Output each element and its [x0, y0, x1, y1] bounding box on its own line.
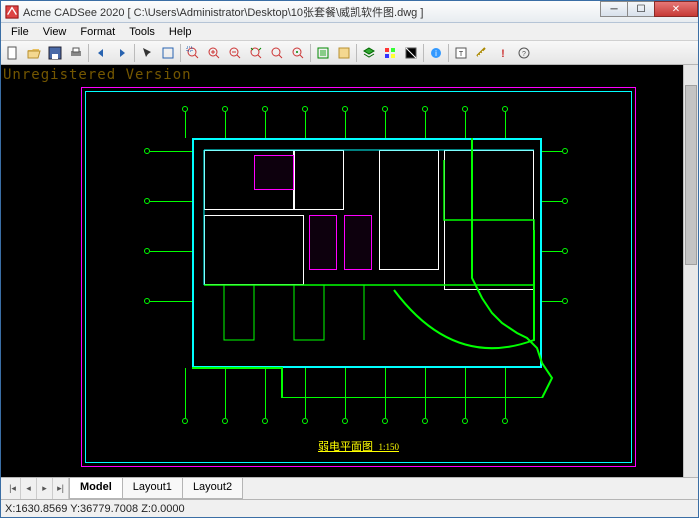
zoom-window-icon[interactable] — [183, 43, 203, 63]
menubar: File View Format Tools Help — [1, 23, 698, 41]
grid-line — [345, 112, 346, 138]
zoom-in-icon[interactable] — [204, 43, 224, 63]
zoom-center-icon[interactable] — [288, 43, 308, 63]
grid-bubble — [562, 198, 568, 204]
grid-line — [150, 251, 192, 252]
grid-line — [150, 201, 192, 202]
window-title: Acme CADSee 2020 [ C:\Users\Administrato… — [23, 4, 601, 20]
grid-line — [150, 301, 192, 302]
boundary-polyline — [192, 138, 562, 398]
grid-line — [465, 112, 466, 138]
layout-tabs: |◂ ◂ ▸ ▸| Model Layout1 Layout2 — [1, 477, 698, 499]
arrow-right-icon[interactable] — [112, 43, 132, 63]
layers-icon[interactable] — [359, 43, 379, 63]
close-button[interactable]: ✕ — [654, 1, 698, 17]
measure-icon[interactable] — [472, 43, 492, 63]
grid-bubble — [502, 418, 508, 424]
pan-icon[interactable] — [158, 43, 178, 63]
toolbar-separator — [88, 44, 89, 62]
zoom-out-icon[interactable] — [225, 43, 245, 63]
toolbar: i T ! ? — [1, 41, 698, 65]
regen-icon[interactable] — [334, 43, 354, 63]
grid-bubble — [182, 418, 188, 424]
maximize-button[interactable]: ☐ — [627, 1, 655, 17]
toolbar-separator — [423, 44, 424, 62]
new-icon[interactable] — [3, 43, 23, 63]
tab-layout2[interactable]: Layout2 — [182, 478, 243, 499]
minimize-button[interactable]: ─ — [600, 1, 628, 17]
open-icon[interactable] — [24, 43, 44, 63]
grid-line — [265, 112, 266, 138]
drawing-scale: 1:150 — [378, 442, 399, 452]
grid-line — [185, 112, 186, 138]
tab-layout1[interactable]: Layout1 — [122, 478, 183, 499]
drawing-frame: 弱电平面图 1:150 — [81, 87, 636, 467]
window-controls: ─ ☐ ✕ — [601, 1, 698, 22]
grid-bubble — [562, 298, 568, 304]
toolbar-separator — [448, 44, 449, 62]
menu-format[interactable]: Format — [74, 25, 121, 39]
grid-bubble — [382, 418, 388, 424]
grid-bubble — [342, 418, 348, 424]
grid-bubble — [262, 418, 268, 424]
grid-line — [225, 112, 226, 138]
app-icon — [5, 5, 19, 19]
tab-nav-next-icon[interactable]: ▸ — [37, 478, 53, 499]
save-icon[interactable] — [45, 43, 65, 63]
menu-tools[interactable]: Tools — [123, 25, 161, 39]
tab-nav-prev-icon[interactable]: ◂ — [21, 478, 37, 499]
tab-model[interactable]: Model — [69, 478, 123, 499]
svg-text:i: i — [435, 49, 437, 58]
menu-file[interactable]: File — [5, 25, 35, 39]
watermark-text: Unregistered Version — [3, 67, 192, 83]
drawing-title-text: 弱电平面图 — [318, 441, 373, 453]
menu-help[interactable]: Help — [163, 25, 198, 39]
svg-text:T: T — [459, 51, 464, 58]
scrollbar-thumb[interactable] — [685, 85, 697, 265]
status-coordinates: X:1630.8569 Y:36779.7008 Z:0.0000 — [5, 503, 185, 515]
zoom-extents-icon[interactable] — [246, 43, 266, 63]
toolbar-separator — [134, 44, 135, 62]
print-icon[interactable] — [66, 43, 86, 63]
plot-area-icon[interactable] — [313, 43, 333, 63]
arrow-left-icon[interactable] — [91, 43, 111, 63]
help-icon[interactable]: ! — [493, 43, 513, 63]
drawing-title: 弱电平面图 1:150 — [82, 438, 635, 454]
toolbar-separator — [310, 44, 311, 62]
statusbar: X:1630.8569 Y:36779.7008 Z:0.0000 — [1, 499, 698, 517]
grid-bubble — [462, 418, 468, 424]
bg-toggle-icon[interactable] — [401, 43, 421, 63]
grid-bubble — [562, 248, 568, 254]
svg-text:?: ? — [522, 51, 526, 58]
toolbar-separator — [180, 44, 181, 62]
svg-text:!: ! — [501, 48, 505, 60]
grid-line — [185, 368, 186, 418]
grid-line — [385, 112, 386, 138]
grid-line — [150, 151, 192, 152]
grid-bubble — [562, 148, 568, 154]
tab-nav-first-icon[interactable]: |◂ — [5, 478, 21, 499]
cursor-icon[interactable] — [137, 43, 157, 63]
grid-line — [305, 112, 306, 138]
toolbar-separator — [356, 44, 357, 62]
menu-view[interactable]: View — [37, 25, 73, 39]
drawing-canvas[interactable]: Unregistered Version — [1, 65, 698, 477]
titlebar: Acme CADSee 2020 [ C:\Users\Administrato… — [1, 1, 698, 23]
grid-bubble — [422, 418, 428, 424]
color-icon[interactable] — [380, 43, 400, 63]
grid-bubble — [222, 418, 228, 424]
zoom-realtime-icon[interactable] — [267, 43, 287, 63]
grid-line — [425, 112, 426, 138]
about-icon[interactable]: ? — [514, 43, 534, 63]
text-find-icon[interactable]: T — [451, 43, 471, 63]
tab-nav-last-icon[interactable]: ▸| — [53, 478, 69, 499]
grid-line — [505, 112, 506, 138]
info-icon[interactable]: i — [426, 43, 446, 63]
grid-bubble — [302, 418, 308, 424]
vertical-scrollbar[interactable] — [683, 65, 698, 477]
